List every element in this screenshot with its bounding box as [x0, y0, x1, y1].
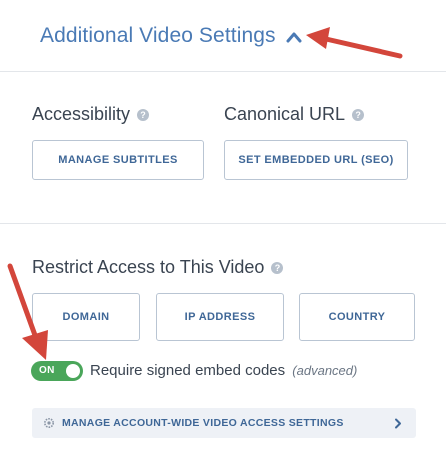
restrict-access-label: Restrict Access to This Video [32, 257, 265, 277]
toggle-state-label: ON [39, 365, 55, 376]
video-settings-panel: Additional Video Settings Accessibility … [0, 0, 446, 456]
help-icon[interactable]: ? [271, 261, 284, 274]
signed-embed-hint: (advanced) [292, 363, 358, 378]
settings-header: Additional Video Settings [0, 0, 446, 72]
chevron-up-icon[interactable] [284, 30, 304, 44]
chevron-right-icon [395, 418, 401, 429]
signed-embed-label: Require signed embed codes [90, 362, 286, 379]
section-title[interactable]: Additional Video Settings [40, 24, 276, 48]
canonical-url-group: Canonical URL ? [224, 104, 365, 125]
accessibility-label: Accessibility [32, 104, 131, 124]
signed-embed-label-group: Require signed embed codes (advanced) [90, 362, 357, 379]
account-access-settings-label: MANAGE ACCOUNT-WIDE VIDEO ACCESS SETTING… [62, 417, 344, 429]
signed-embed-toggle[interactable]: ON [31, 361, 83, 381]
canonical-url-label: Canonical URL [224, 104, 346, 124]
account-access-settings-link[interactable]: MANAGE ACCOUNT-WIDE VIDEO ACCESS SETTING… [32, 408, 416, 438]
restrict-access-group: Restrict Access to This Video ? [32, 257, 284, 278]
gear-icon [44, 418, 54, 428]
manage-subtitles-button[interactable]: MANAGE SUBTITLES [32, 140, 204, 180]
restrict-ip-address-button[interactable]: IP ADDRESS [156, 293, 284, 341]
set-embedded-url-button[interactable]: SET EMBEDDED URL (SEO) [224, 140, 408, 180]
help-icon[interactable]: ? [352, 108, 365, 121]
accessibility-group: Accessibility ? [32, 104, 150, 125]
restrict-domain-button[interactable]: DOMAIN [32, 293, 140, 341]
restrict-country-button[interactable]: COUNTRY [299, 293, 415, 341]
toggle-knob [66, 364, 80, 378]
help-icon[interactable]: ? [137, 108, 150, 121]
